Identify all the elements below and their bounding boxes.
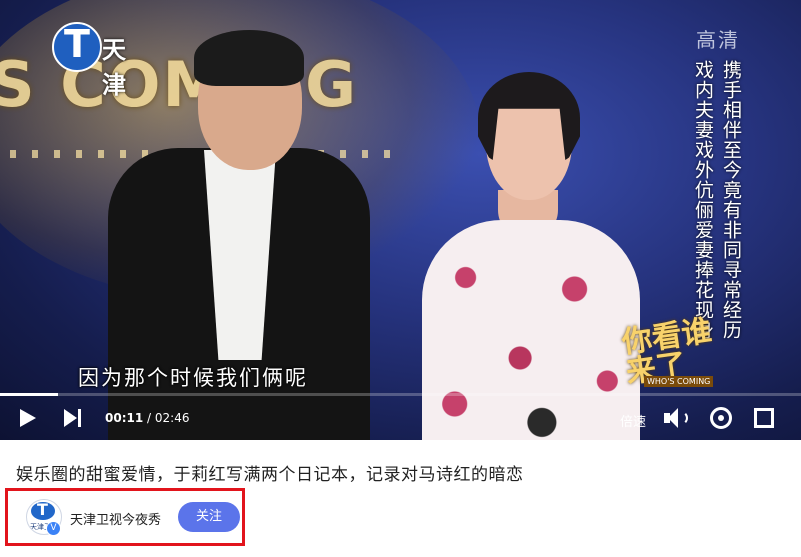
avatar-glyph: T	[37, 500, 48, 519]
author-name[interactable]: 天津卫视今夜秀	[70, 509, 161, 528]
progress-bar[interactable]	[0, 393, 801, 396]
headline-column-1: 携手相伴至今竟有非同寻常经历	[720, 60, 742, 340]
channel-logo-text: 天津	[102, 36, 128, 99]
fullscreen-icon[interactable]	[754, 408, 774, 428]
time-separator: /	[143, 411, 155, 425]
show-logo-sub: WHO'S COMING	[644, 376, 714, 387]
settings-icon[interactable]	[710, 407, 732, 429]
video-player[interactable]: S COMING T 天津 高清 携手相伴至今竟有非同寻常经历 戏内夫妻戏外伉俪…	[0, 0, 801, 440]
channel-logo-icon: T	[52, 22, 102, 72]
play-icon[interactable]	[20, 409, 36, 427]
host-hair	[194, 30, 304, 86]
follow-button[interactable]: 关注	[178, 502, 240, 532]
show-logo: 你看谁来了 WHO'S COMING	[620, 313, 720, 396]
progress-fill	[0, 393, 59, 396]
post-title[interactable]: 娱乐圈的甜蜜爱情，于莉红写满两个日记本，记录对马诗红的暗恋	[16, 460, 524, 485]
player-controls: 00:11 / 02:46 倍速	[0, 398, 801, 440]
current-time: 00:11	[105, 411, 144, 425]
verified-icon: V	[46, 521, 61, 536]
video-subtitle: 因为那个时候我们俩呢	[78, 366, 308, 390]
author-highlight: T 天津卫视 V 天津卫视今夜秀 关注	[5, 488, 245, 546]
duration: 02:46	[154, 411, 190, 425]
channel-logo: T 天津	[52, 22, 152, 99]
hd-label: 高清	[696, 28, 740, 52]
next-icon[interactable]	[64, 409, 82, 427]
time-display: 00:11 / 02:46	[105, 411, 189, 425]
speed-button[interactable]: 倍速	[620, 411, 646, 430]
headline-column-2: 戏内夫妻戏外伉俪爱妻捧花现身	[692, 60, 714, 340]
volume-icon[interactable]	[664, 408, 688, 428]
